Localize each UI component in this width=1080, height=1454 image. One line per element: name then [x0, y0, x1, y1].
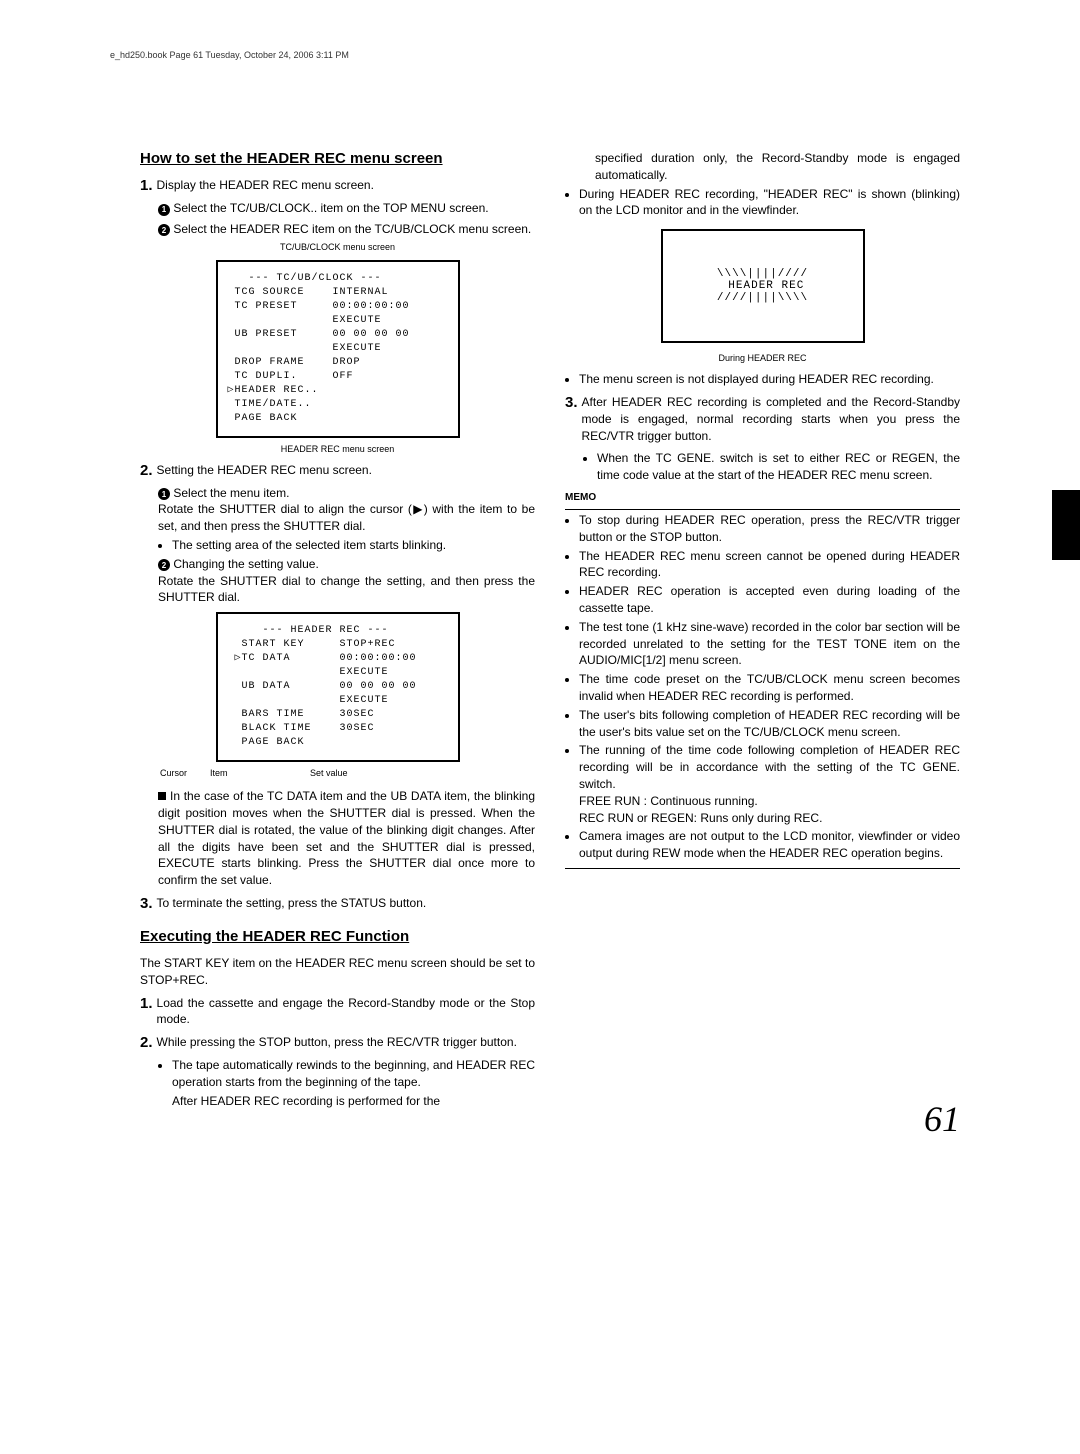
step-3-text: To terminate the setting, press the STAT…: [157, 895, 427, 912]
caption-2: HEADER REC menu screen: [140, 444, 535, 454]
s2a-bullet: The setting area of the selected item st…: [172, 537, 535, 554]
r3-b: When the TC GENE. switch is set to eithe…: [597, 450, 960, 484]
memo-0: To stop during HEADER REC operation, pre…: [579, 512, 960, 546]
e2-num: 2.: [140, 1034, 153, 1051]
viewfinder: \\\\||||//// HEADER REC ////||||\\\\: [661, 229, 865, 343]
memo-3: The test tone (1 kHz sine-wave) recorded…: [579, 619, 960, 669]
e2-text: While pressing the STOP button, press th…: [157, 1034, 517, 1051]
menu-screen-2: --- HEADER REC --- START KEY STOP+REC ▷T…: [216, 612, 460, 762]
e2-b1: The tape automatically rewinds to the be…: [172, 1057, 535, 1091]
s2b-body: Rotate the SHUTTER dial to change the se…: [158, 573, 535, 607]
exec-intro: The START KEY item on the HEADER REC men…: [140, 955, 535, 989]
memo-6: The running of the time code following c…: [579, 742, 960, 826]
step-3-num: 3.: [140, 895, 153, 912]
lbl-set: Set value: [310, 768, 348, 778]
page-number: 61: [924, 1098, 960, 1140]
memo-2: HEADER REC operation is accepted even du…: [579, 583, 960, 617]
memo-divider-bottom: [565, 868, 960, 869]
e1-text: Load the cassette and engage the Record-…: [157, 995, 535, 1029]
square-icon: [158, 792, 166, 800]
s2a-icon: 1: [158, 488, 170, 500]
e1-num: 1.: [140, 995, 153, 1029]
r3-text: After HEADER REC recording is completed …: [582, 394, 960, 444]
memo-1: The HEADER REC menu screen cannot be ope…: [579, 548, 960, 582]
lbl-item: Item: [210, 768, 310, 778]
e2-b2: After HEADER REC recording is performed …: [172, 1093, 535, 1110]
caption-vf: During HEADER REC: [565, 353, 960, 363]
s2a-title: Select the menu item.: [173, 486, 289, 500]
step-2-text: Setting the HEADER REC menu screen.: [157, 462, 372, 479]
s2b-icon: 2: [158, 559, 170, 571]
r3-num: 3.: [565, 394, 578, 444]
s2b-title: Changing the setting value.: [173, 557, 318, 571]
memo-5: The user's bits following completion of …: [579, 707, 960, 741]
lbl-cursor: Cursor: [160, 768, 210, 778]
note-text: In the case of the TC DATA item and the …: [158, 789, 535, 887]
frame-header: e_hd250.book Page 61 Tuesday, October 24…: [110, 50, 349, 60]
step-2-num: 2.: [140, 462, 153, 479]
heading-set: How to set the HEADER REC menu screen: [140, 150, 535, 167]
cont2: During HEADER REC recording, "HEADER REC…: [579, 186, 960, 220]
cont1: specified duration only, the Record-Stan…: [595, 150, 960, 184]
sub-1a: Select the TC/UB/CLOCK.. item on the TOP…: [173, 201, 488, 215]
sub-1-icon: 1: [158, 204, 170, 216]
sub-1b: Select the HEADER REC item on the TC/UB/…: [173, 222, 531, 236]
memo-4: The time code preset on the TC/UB/CLOCK …: [579, 671, 960, 705]
memo-divider: [565, 509, 960, 510]
memo-list: To stop during HEADER REC operation, pre…: [565, 512, 960, 862]
note-r1: The menu screen is not displayed during …: [579, 371, 960, 388]
step-1-text: Display the HEADER REC menu screen.: [157, 177, 374, 194]
sub-2-icon: 2: [158, 224, 170, 236]
s2a-body: Rotate the SHUTTER dial to align the cur…: [158, 501, 535, 535]
memo-title: MEMO: [565, 492, 960, 503]
memo-7: Camera images are not output to the LCD …: [579, 828, 960, 862]
heading-exec: Executing the HEADER REC Function: [140, 928, 535, 945]
side-tab: [1052, 490, 1080, 560]
step-1-num: 1.: [140, 177, 153, 194]
menu-screen-1: --- TC/UB/CLOCK --- TCG SOURCE INTERNAL …: [216, 260, 460, 438]
caption-1: TC/UB/CLOCK menu screen: [140, 242, 535, 252]
